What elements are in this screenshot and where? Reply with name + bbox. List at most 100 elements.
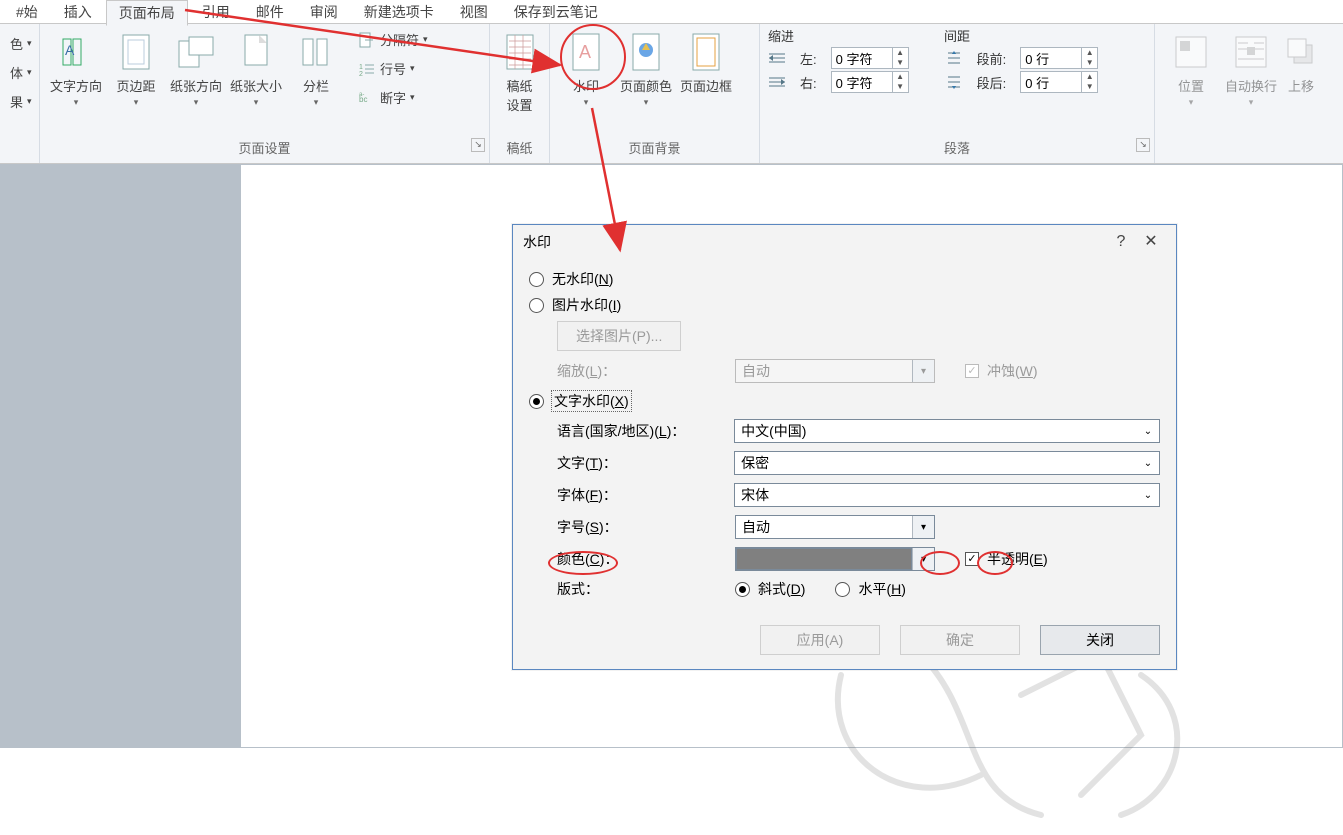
space-before-spin[interactable]: ▲▼ (1020, 47, 1098, 69)
no-watermark-radio[interactable] (529, 272, 544, 287)
font-select[interactable]: 宋体 ⌄ (734, 483, 1160, 507)
hyphenation-button[interactable]: bca- 断字▾ (354, 86, 432, 109)
tab-new-tab[interactable]: 新建选项卡 (352, 0, 446, 24)
indent-right-label: 右: (800, 73, 817, 92)
washout-label: 冲蚀(W) (987, 361, 1038, 381)
blotting-settings-button[interactable]: 稿纸 设置 (496, 28, 543, 118)
chevron-down-icon[interactable]: ▾ (912, 548, 934, 570)
text-label: 文字(T)： (557, 453, 726, 473)
indent-left-input[interactable] (832, 48, 892, 68)
picture-watermark-radio[interactable] (529, 298, 544, 313)
dialog-help-button[interactable]: ? (1106, 230, 1136, 254)
washout-check: ✓ (965, 364, 979, 378)
breaks-button[interactable]: 分隔符▾ (354, 28, 432, 51)
watermark-icon: A (566, 32, 606, 72)
watermark-dialog: 水印 ? ✕ 无水印(N) 图片水印(I) 选择图片(P)... 缩放(L)： … (512, 224, 1177, 670)
svg-text:a-: a- (359, 92, 364, 98)
page-border-icon (686, 32, 726, 72)
space-after-input[interactable] (1021, 72, 1081, 92)
spacing-header: 间距 (944, 26, 970, 45)
chevron-down-icon[interactable]: ⌄ (1137, 484, 1159, 506)
chevron-down-icon[interactable]: ▾ (912, 516, 934, 538)
horizontal-radio[interactable] (835, 582, 850, 597)
space-before-label: 段前: (977, 49, 1007, 68)
text-watermark-radio[interactable] (529, 394, 544, 409)
tab-save-cloud[interactable]: 保存到云笔记 (502, 0, 610, 24)
page-color-icon (626, 32, 666, 72)
orientation-button[interactable]: 纸张方向 ▾ (166, 28, 226, 109)
tab-insert[interactable]: 插入 (52, 0, 104, 24)
tab-view[interactable]: 视图 (448, 0, 500, 24)
size-select[interactable]: 自动 ▾ (735, 515, 935, 539)
theme-color[interactable]: 色▾ (6, 32, 36, 55)
indent-left-spin[interactable]: ▲▼ (831, 47, 909, 69)
close-button[interactable]: 关闭 (1040, 625, 1160, 655)
space-before-icon (945, 49, 963, 67)
bring-forward-button[interactable]: 上移 (1281, 28, 1321, 99)
indent-right-input[interactable] (832, 72, 892, 92)
indent-left-icon (768, 49, 786, 67)
group-blotting: 稿纸 (490, 134, 549, 163)
page-border-button[interactable]: 页面边框 (676, 28, 736, 99)
paper-size-icon (236, 32, 276, 72)
paragraph-launcher[interactable]: ↘ (1136, 138, 1150, 152)
page-color-button[interactable]: 页面颜色 ▾ (616, 28, 676, 109)
tab-mail[interactable]: 邮件 (244, 0, 296, 24)
scale-select: 自动 ▾ (735, 359, 935, 383)
dialog-title: 水印 (523, 232, 1106, 252)
no-watermark-label: 无水印(N) (552, 269, 613, 289)
tab-start[interactable]: #始 (4, 0, 50, 24)
svg-text:A: A (65, 42, 75, 58)
chevron-down-icon[interactable]: ⌄ (1137, 420, 1159, 442)
indent-header: 缩进 (768, 26, 794, 45)
text-direction-icon: A (56, 32, 96, 72)
columns-button[interactable]: 分栏 ▾ (286, 28, 346, 109)
indent-right-spin[interactable]: ▲▼ (831, 71, 909, 93)
language-select[interactable]: 中文(中国) ⌄ (734, 419, 1160, 443)
wrap-icon (1231, 32, 1271, 72)
line-numbers-button[interactable]: 12 行号▾ (354, 57, 432, 80)
diagonal-radio[interactable] (735, 582, 750, 597)
orientation-icon (176, 32, 216, 72)
space-after-spin[interactable]: ▲▼ (1020, 71, 1098, 93)
blotting-icon (500, 32, 540, 72)
watermark-button[interactable]: A 水印 ▾ (556, 28, 616, 109)
layout-label: 版式： (557, 579, 727, 599)
margins-button[interactable]: 页边距 ▾ (106, 28, 166, 109)
chevron-down-icon[interactable]: ⌄ (1137, 452, 1159, 474)
breaks-icon (358, 31, 376, 49)
group-paragraph: 段落 (944, 141, 970, 156)
margins-icon (116, 32, 156, 72)
semitransparent-check[interactable]: ✓ (965, 552, 979, 566)
scale-label: 缩放(L)： (557, 361, 727, 381)
theme-effect[interactable]: 果▾ (6, 90, 36, 113)
tab-page-layout[interactable]: 页面布局 (106, 0, 188, 26)
space-after-label: 段后: (977, 73, 1007, 92)
text-select[interactable]: 保密 ⌄ (734, 451, 1160, 475)
svg-text:1: 1 (359, 64, 363, 71)
ribbon: 色▾ 体▾ 果▾ A 文字方向 ▾ 页边距 (0, 24, 1343, 164)
tab-review[interactable]: 审阅 (298, 0, 350, 24)
ok-button: 确定 (900, 625, 1020, 655)
language-label: 语言(国家/地区)(L)： (557, 421, 726, 441)
dialog-close-button[interactable]: ✕ (1136, 230, 1166, 254)
indent-left-label: 左: (800, 49, 817, 68)
position-button[interactable]: 位置 ▾ (1161, 28, 1221, 109)
paper-size-button[interactable]: 纸张大小 ▾ (226, 28, 286, 109)
page-setup-launcher[interactable]: ↘ (471, 138, 485, 152)
space-before-input[interactable] (1021, 48, 1081, 68)
color-swatch (736, 548, 912, 570)
wrap-button[interactable]: 自动换行 ▾ (1221, 28, 1281, 109)
position-icon (1171, 32, 1211, 72)
color-select[interactable]: ▾ (735, 547, 935, 571)
svg-text:2: 2 (359, 71, 363, 77)
space-after-icon (945, 73, 963, 91)
text-direction-button[interactable]: A 文字方向 ▾ (46, 28, 106, 109)
group-page-setup: 页面设置 (238, 141, 290, 156)
columns-icon (296, 32, 336, 72)
font-label: 字体(F)： (557, 485, 726, 505)
tab-references[interactable]: 引用 (190, 0, 242, 24)
size-label: 字号(S)： (557, 517, 727, 537)
apply-button: 应用(A) (760, 625, 880, 655)
theme-font[interactable]: 体▾ (6, 61, 36, 84)
